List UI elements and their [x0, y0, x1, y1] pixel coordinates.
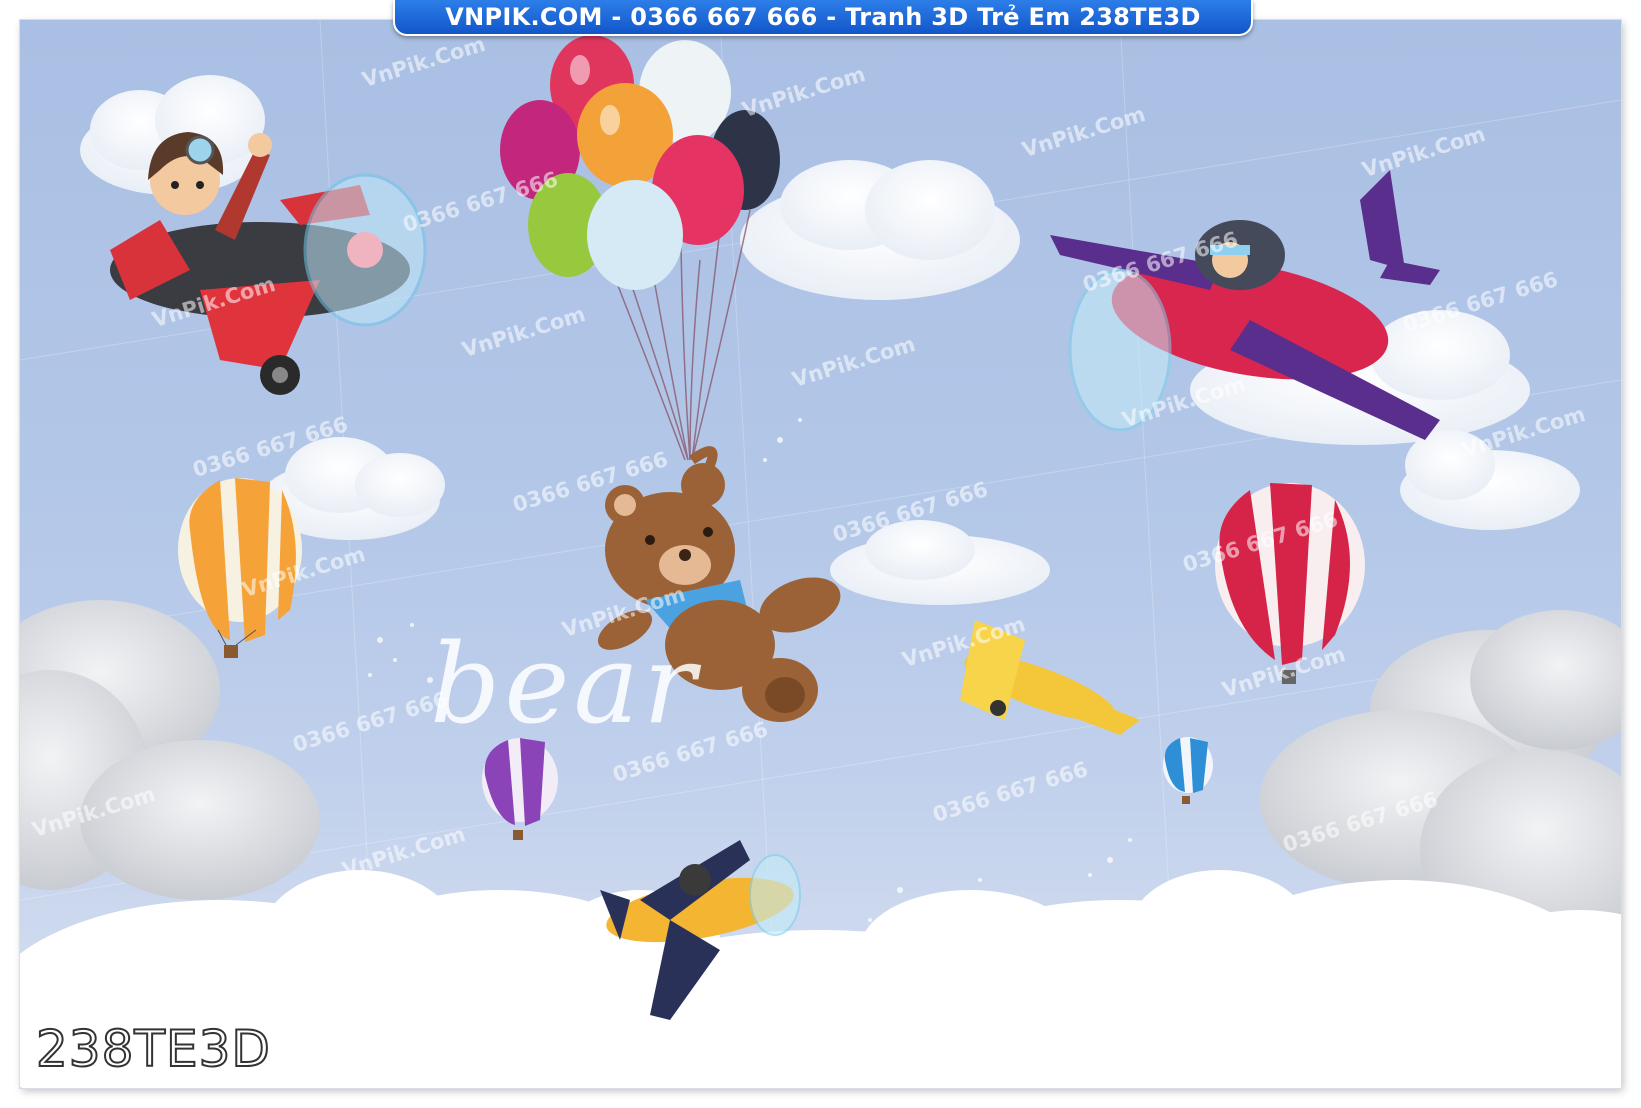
hot-air-balloon-purple — [482, 738, 558, 840]
top-banner: VNPIK.COM - 0366 667 666 - Tranh 3D Trẻ … — [393, 0, 1253, 36]
product-code: 238TE3D — [35, 1019, 271, 1079]
cloud-top-center — [740, 160, 1020, 300]
plane-black-red — [110, 132, 427, 395]
hot-air-balloon-blue — [1163, 737, 1213, 804]
balloon-bunch — [500, 35, 780, 461]
wallpaper-image: bear VnPik.Com VnPik.Com VnPik.Com VnPik… — [20, 20, 1621, 1088]
